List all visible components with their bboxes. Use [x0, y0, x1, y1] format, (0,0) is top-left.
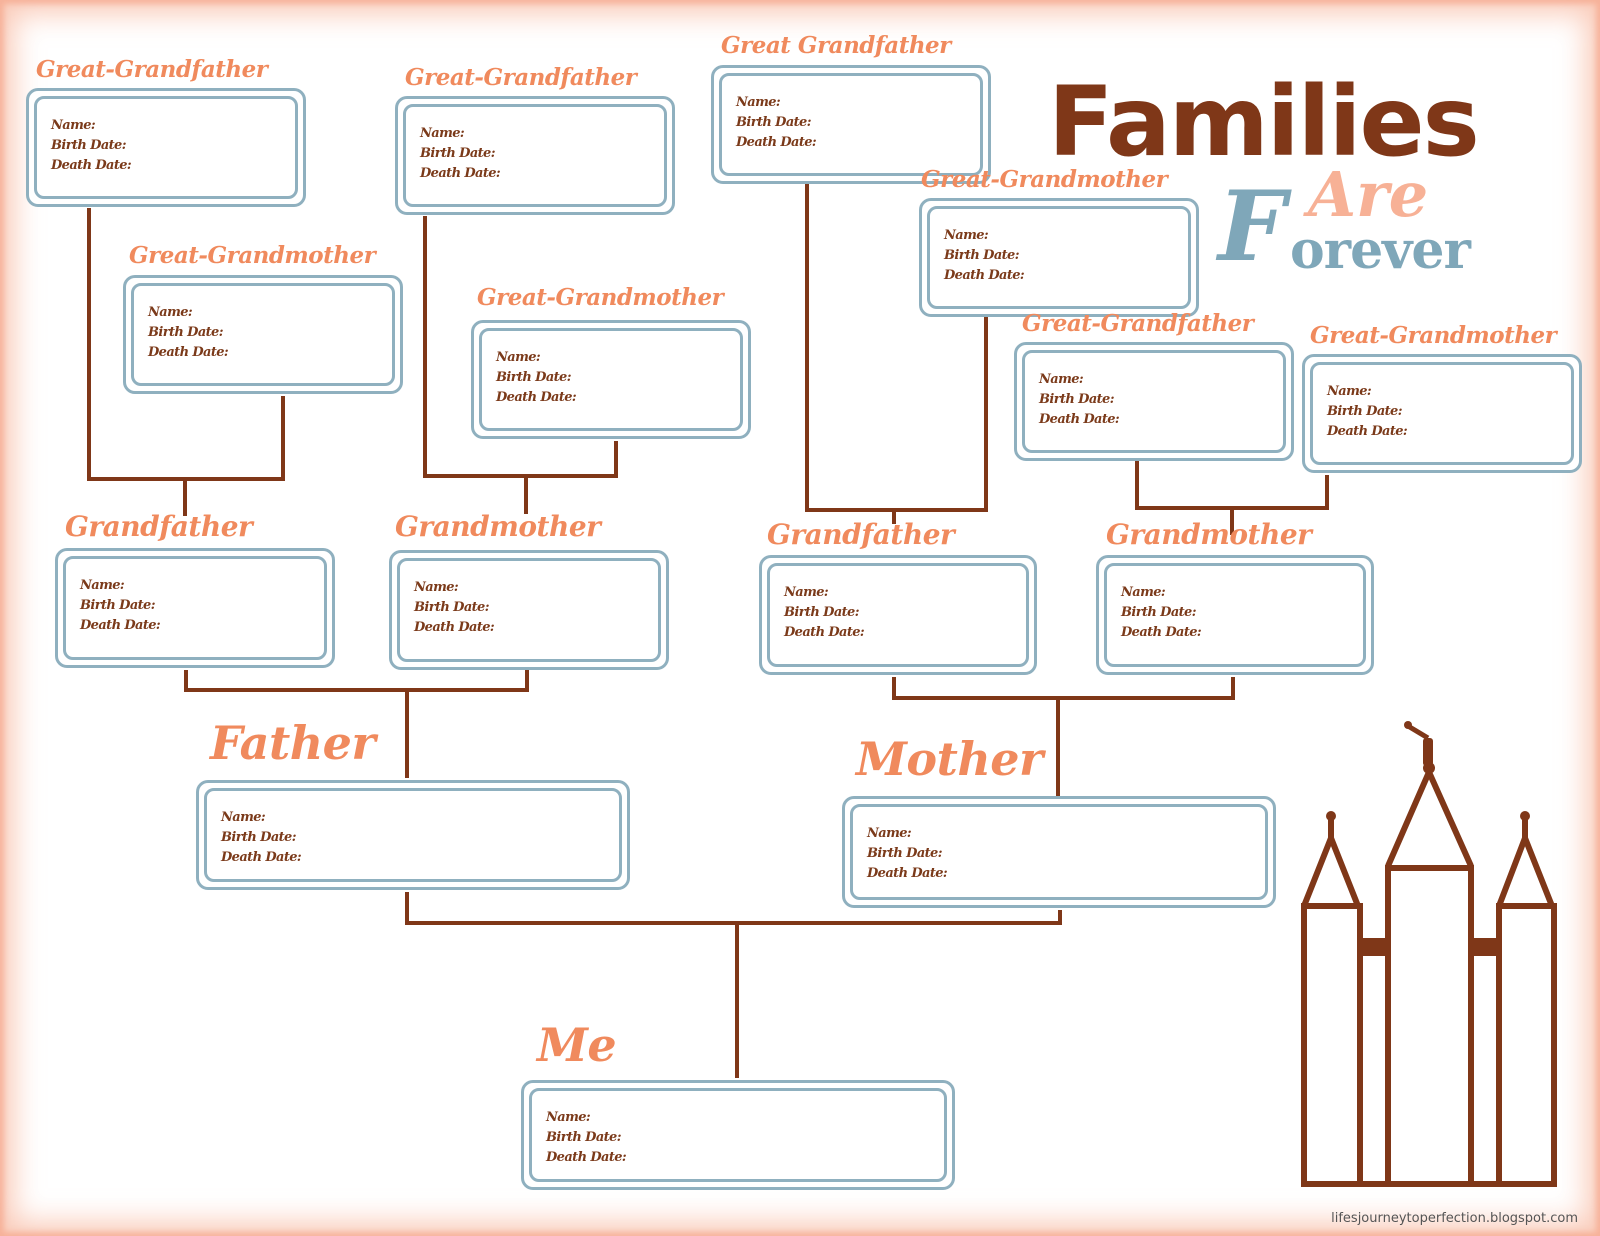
info-box[interactable]: Name: Birth Date: Death Date: [26, 88, 306, 207]
birth-date-field[interactable]: Birth Date: [221, 828, 301, 848]
person-great-grandmother-4: Great-Grandmother Name: Birth Date: Deat… [1302, 320, 1582, 475]
info-box[interactable]: Name: Birth Date: Death Date: [759, 555, 1037, 675]
role-label: Great-Grandmother [921, 166, 1168, 193]
death-date-field[interactable]: Death Date: [148, 343, 229, 363]
person-great-grandfather-3: Great Grandfather Name: Birth Date: Deat… [711, 30, 991, 185]
death-date-field[interactable]: Death Date: [784, 623, 865, 643]
name-field[interactable]: Name: [496, 348, 576, 368]
name-field[interactable]: Name: [784, 583, 864, 603]
info-box[interactable]: Name: Birth Date: Death Date: [196, 780, 630, 890]
birth-date-field[interactable]: Birth Date: [51, 136, 131, 156]
death-date-field[interactable]: Death Date: [546, 1148, 627, 1168]
info-box[interactable]: Name: Birth Date: Death Date: [471, 320, 751, 439]
blog-credit: lifesjourneytoperfection.blogspot.com [1331, 1211, 1578, 1226]
connector-ggp4 [1135, 461, 1329, 510]
role-label: Grandfather [767, 518, 955, 551]
info-box[interactable]: Name: Birth Date: Death Date: [123, 275, 403, 394]
death-date-field[interactable]: Death Date: [414, 618, 495, 638]
birth-date-field[interactable]: Birth Date: [944, 246, 1024, 266]
birth-date-field[interactable]: Birth Date: [496, 368, 576, 388]
role-label: Great-Grandfather [1022, 310, 1254, 337]
birth-date-field[interactable]: Birth Date: [736, 113, 816, 133]
info-box[interactable]: Name: Birth Date: Death Date: [919, 198, 1199, 317]
person-grandmother-1: Grandmother Name: Birth Date: Death Date… [389, 508, 669, 670]
name-field[interactable]: Name: [736, 93, 816, 113]
birth-date-field[interactable]: Birth Date: [1327, 402, 1407, 422]
birth-date-field[interactable]: Birth Date: [867, 844, 947, 864]
death-date-field[interactable]: Death Date: [420, 164, 501, 184]
death-date-field[interactable]: Death Date: [1327, 422, 1408, 442]
name-field[interactable]: Name: [546, 1108, 626, 1128]
info-box[interactable]: Name: Birth Date: Death Date: [389, 550, 669, 670]
name-field[interactable]: Name: [148, 303, 228, 323]
death-date-field[interactable]: Death Date: [867, 864, 948, 884]
name-field[interactable]: Name: [1121, 583, 1201, 603]
person-great-grandmother-3: Great-Grandmother Name: Birth Date: Deat… [919, 166, 1199, 318]
birth-date-field[interactable]: Birth Date: [784, 603, 864, 623]
name-field[interactable]: Name: [80, 576, 160, 596]
info-box[interactable]: Name: Birth Date: Death Date: [395, 96, 675, 215]
death-date-field[interactable]: Death Date: [1121, 623, 1202, 643]
name-field[interactable]: Name: [1327, 382, 1407, 402]
info-box[interactable]: Name: Birth Date: Death Date: [1302, 354, 1582, 473]
role-label: Great-Grandfather [36, 56, 268, 83]
death-date-field[interactable]: Death Date: [496, 388, 577, 408]
name-field[interactable]: Name: [420, 124, 500, 144]
person-father: Father Name: Birth Date: Death Date: [196, 716, 630, 891]
title-forever-initial: F [1218, 170, 1287, 283]
info-box[interactable]: Name: Birth Date: Death Date: [55, 548, 335, 668]
name-field[interactable]: Name: [414, 578, 494, 598]
death-date-field[interactable]: Death Date: [736, 133, 817, 153]
birth-date-field[interactable]: Birth Date: [148, 323, 228, 343]
name-field[interactable]: Name: [867, 824, 947, 844]
info-box[interactable]: Name: Birth Date: Death Date: [1014, 342, 1294, 461]
person-me: Me Name: Birth Date: Death Date: [521, 1018, 955, 1193]
person-great-grandfather-1: Great-Grandfather Name: Birth Date: Deat… [26, 54, 306, 209]
birth-date-field[interactable]: Birth Date: [1121, 603, 1201, 623]
birth-date-field[interactable]: Birth Date: [80, 596, 160, 616]
role-label: Great-Grandfather [405, 64, 637, 91]
info-box[interactable]: Name: Birth Date: Death Date: [842, 796, 1276, 908]
birth-date-field[interactable]: Birth Date: [1039, 390, 1119, 410]
spire-ornaments [1326, 721, 1530, 821]
role-label: Mother [856, 732, 1043, 786]
name-field[interactable]: Name: [51, 116, 131, 136]
person-mother: Mother Name: Birth Date: Death Date: [842, 732, 1276, 909]
death-date-field[interactable]: Death Date: [51, 156, 132, 176]
name-field[interactable]: Name: [221, 808, 301, 828]
person-great-grandfather-4: Great-Grandfather Name: Birth Date: Deat… [1014, 308, 1294, 463]
temple-icon [1301, 721, 1557, 1187]
role-label: Grandmother [1106, 518, 1312, 551]
name-field[interactable]: Name: [1039, 370, 1119, 390]
person-great-grandfather-2: Great-Grandfather Name: Birth Date: Deat… [395, 62, 675, 217]
role-label: Grandfather [65, 510, 253, 543]
role-label: Great-Grandmother [477, 284, 724, 311]
role-label: Grandmother [395, 510, 601, 543]
death-date-field[interactable]: Death Date: [221, 848, 302, 868]
connector-gp1 [184, 670, 529, 692]
person-great-grandmother-2: Great-Grandmother Name: Birth Date: Deat… [471, 282, 751, 440]
person-grandfather-1: Grandfather Name: Birth Date: Death Date… [55, 508, 335, 670]
death-date-field[interactable]: Death Date: [80, 616, 161, 636]
death-date-field[interactable]: Death Date: [944, 266, 1025, 286]
death-date-field[interactable]: Death Date: [1039, 410, 1120, 430]
role-label: Great-Grandmother [1310, 322, 1557, 349]
role-label: Great-Grandmother [129, 242, 376, 269]
birth-date-field[interactable]: Birth Date: [420, 144, 500, 164]
connector-gp2 [892, 677, 1235, 700]
person-great-grandmother-1: Great-Grandmother Name: Birth Date: Deat… [123, 238, 403, 394]
info-box[interactable]: Name: Birth Date: Death Date: [1096, 555, 1374, 675]
role-label: Father [210, 716, 376, 770]
name-field[interactable]: Name: [944, 226, 1024, 246]
role-label: Me [537, 1018, 617, 1072]
birth-date-field[interactable]: Birth Date: [414, 598, 494, 618]
info-box[interactable]: Name: Birth Date: Death Date: [521, 1080, 955, 1190]
role-label: Great Grandfather [721, 32, 951, 59]
person-grandfather-2: Grandfather Name: Birth Date: Death Date… [759, 516, 1037, 676]
person-grandmother-2: Grandmother Name: Birth Date: Death Date… [1096, 516, 1374, 676]
birth-date-field[interactable]: Birth Date: [546, 1128, 626, 1148]
title-forever-rest: orever [1290, 220, 1471, 281]
